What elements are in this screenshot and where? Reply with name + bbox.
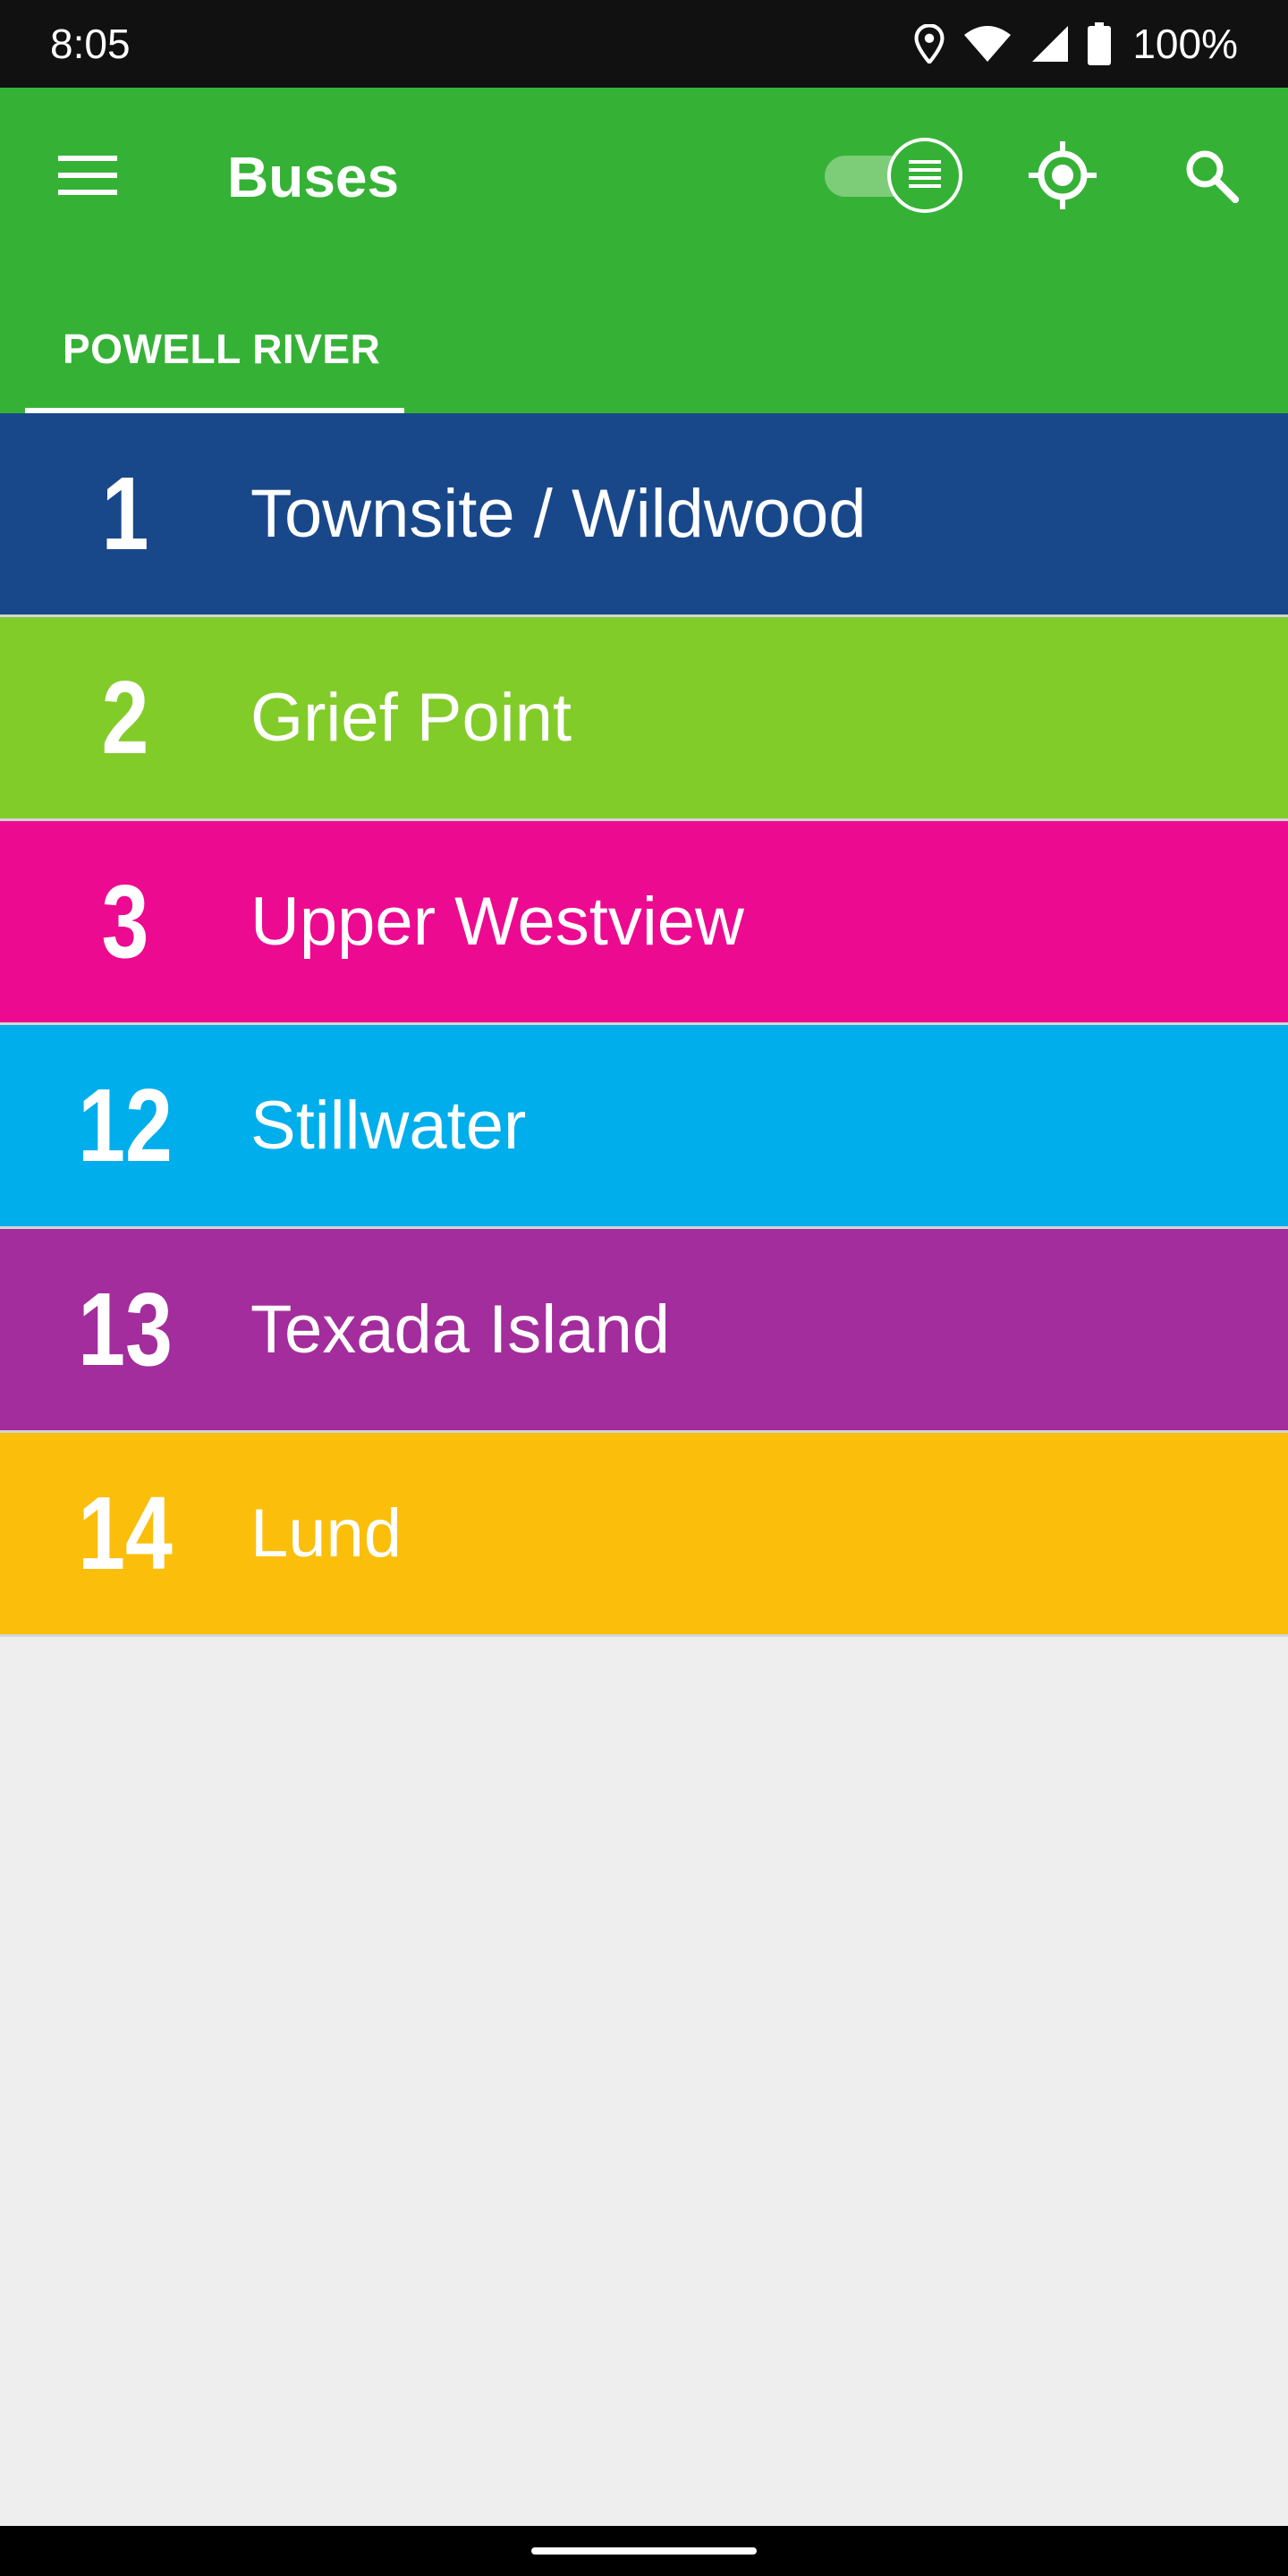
route-row[interactable]: 2 Grief Point xyxy=(0,617,1288,821)
battery-icon xyxy=(1088,22,1112,65)
route-row[interactable]: 14 Lund xyxy=(0,1433,1288,1637)
route-number: 14 xyxy=(78,1475,173,1591)
route-row[interactable]: 12 Stillwater xyxy=(0,1025,1288,1229)
location-icon xyxy=(914,24,945,64)
route-list: 1 Townsite / Wildwood 2 Grief Point 3 Up… xyxy=(0,413,1288,1637)
wifi-icon xyxy=(962,24,1013,64)
route-name: Grief Point xyxy=(250,680,572,756)
my-location-button[interactable] xyxy=(1020,134,1106,220)
tab-label: POWELL RIVER xyxy=(63,326,381,372)
route-number: 13 xyxy=(78,1271,173,1387)
status-icons: 100% xyxy=(914,0,1238,88)
route-number: 1 xyxy=(101,455,149,572)
route-name: Texada Island xyxy=(250,1292,670,1368)
list-view-toggle[interactable] xyxy=(821,132,964,218)
search-icon xyxy=(1183,148,1241,208)
toggle-thumb xyxy=(887,138,962,213)
route-number: 3 xyxy=(101,863,149,979)
route-name: Lund xyxy=(250,1496,402,1572)
status-time: 8:05 xyxy=(50,21,131,67)
route-number: 12 xyxy=(78,1067,173,1183)
route-name: Stillwater xyxy=(250,1088,527,1164)
app-title: Buses xyxy=(227,145,400,209)
route-row[interactable]: 13 Texada Island xyxy=(0,1229,1288,1433)
menu-button[interactable] xyxy=(45,134,131,220)
app-bar: Buses POWELL RIVER xyxy=(0,88,1288,413)
hamburger-menu-icon xyxy=(58,154,117,201)
my-location-icon xyxy=(1027,140,1098,216)
route-number: 2 xyxy=(101,659,149,775)
screen: 8:05 100% Buses POWELL RIVER 1 Townsite … xyxy=(0,0,1288,2576)
battery-percentage: 100% xyxy=(1132,21,1238,67)
search-button[interactable] xyxy=(1168,134,1254,220)
status-bar: 8:05 100% xyxy=(0,0,1288,88)
system-nav-bar xyxy=(0,2526,1288,2576)
list-icon xyxy=(907,158,943,193)
signal-icon xyxy=(1030,24,1070,64)
route-row[interactable]: 1 Townsite / Wildwood xyxy=(0,413,1288,617)
tab-powell-river[interactable]: POWELL RIVER xyxy=(25,306,404,413)
home-gesture-handle[interactable] xyxy=(531,2547,757,2555)
route-row[interactable]: 3 Upper Westview xyxy=(0,821,1288,1025)
route-name: Townsite / Wildwood xyxy=(250,476,867,552)
route-name: Upper Westview xyxy=(250,884,744,960)
